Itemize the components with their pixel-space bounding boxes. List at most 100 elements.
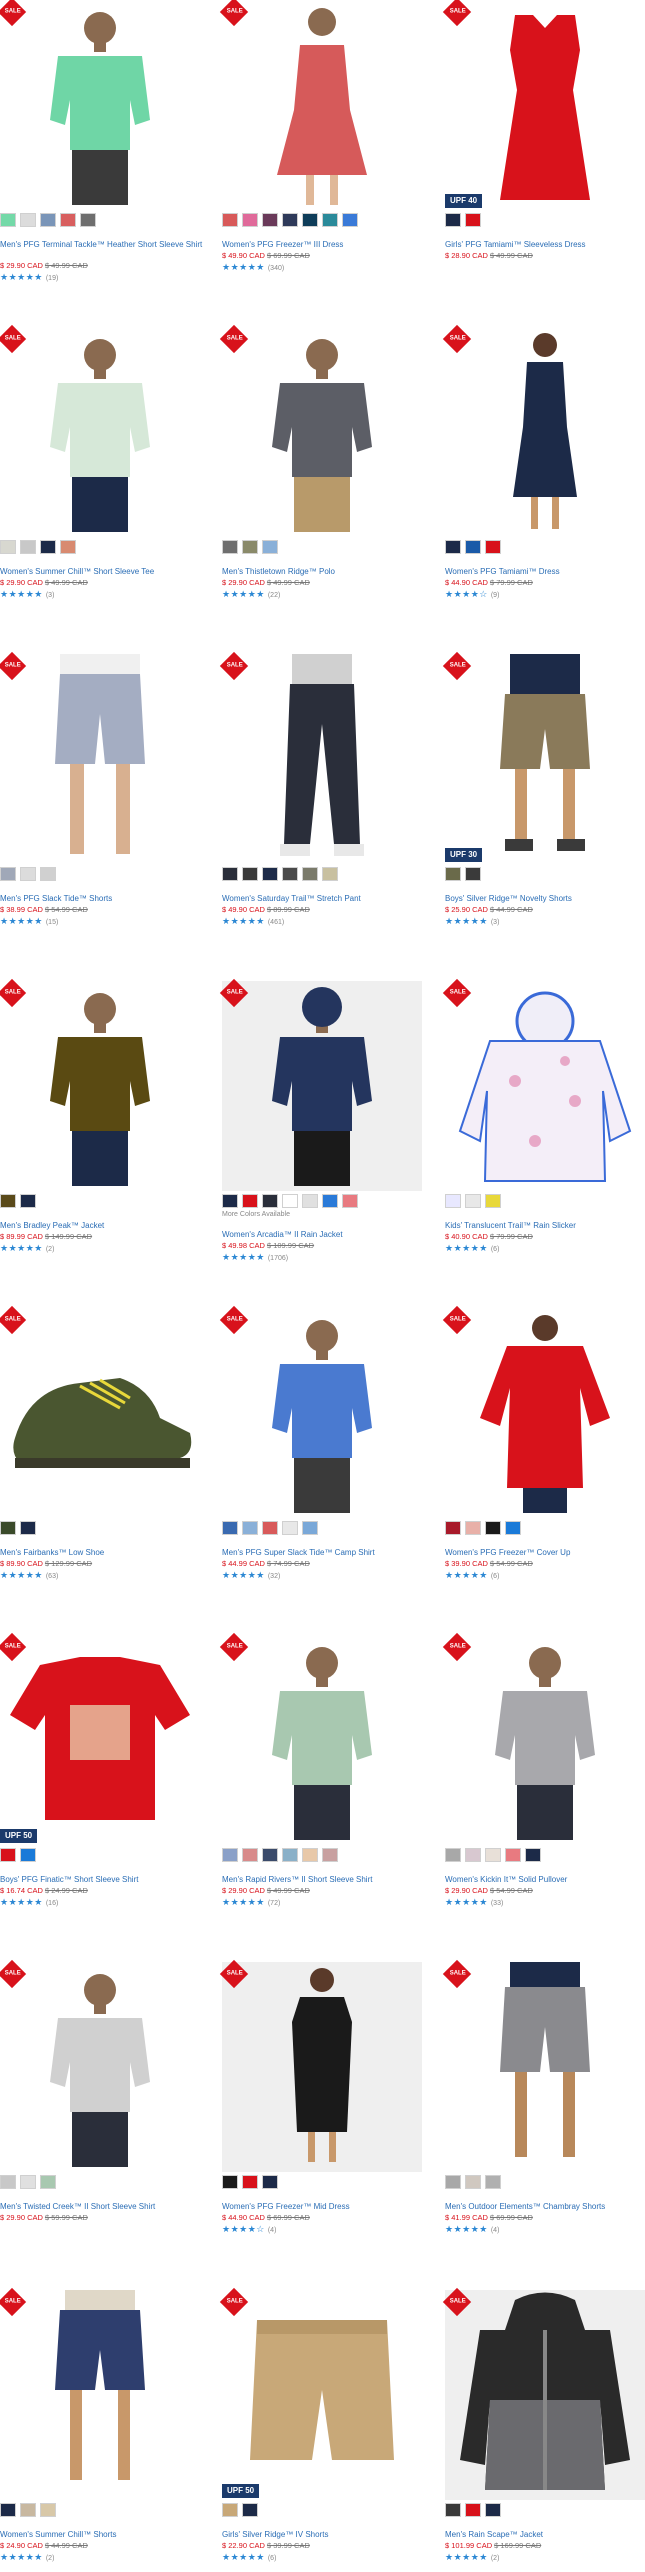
star-rating[interactable]: ★★★★★ (2) [445, 2552, 499, 2563]
star-rating[interactable]: ★★★★★ (16) [0, 1897, 58, 1908]
color-swatch[interactable] [20, 213, 36, 227]
color-swatch[interactable] [242, 213, 258, 227]
color-swatch[interactable] [465, 1194, 481, 1208]
product-name-link[interactable]: Women's Saturday Trail™ Stretch Pant [222, 894, 427, 904]
product-name-link[interactable]: Boys' Silver Ridge™ Novelty Shorts [445, 894, 645, 904]
product-image[interactable] [0, 981, 200, 1191]
color-swatch[interactable] [302, 1521, 318, 1535]
star-rating[interactable]: ★★★★★ (63) [0, 1570, 58, 1581]
color-swatch[interactable] [445, 2503, 461, 2517]
product-image[interactable] [445, 2290, 645, 2500]
star-rating[interactable]: ★★★★★ (4) [445, 2224, 499, 2235]
color-swatch[interactable] [485, 1848, 501, 1862]
product-image[interactable] [0, 654, 200, 864]
color-swatch[interactable] [242, 1194, 258, 1208]
color-swatch[interactable] [0, 1521, 16, 1535]
star-rating[interactable]: ★★★★★ (33) [445, 1897, 503, 1908]
color-swatch[interactable] [505, 1521, 521, 1535]
star-rating[interactable]: ★★★★★ (3) [0, 589, 54, 600]
color-swatch[interactable] [485, 540, 501, 554]
product-card[interactable]: SALE Women's PFG Tamiami™ Dress $ 44.90 CA… [442, 324, 645, 654]
color-swatch[interactable] [485, 2175, 501, 2189]
color-swatch[interactable] [262, 213, 278, 227]
color-swatch[interactable] [282, 867, 298, 881]
color-swatch[interactable] [445, 1848, 461, 1862]
color-swatch[interactable] [242, 867, 258, 881]
star-rating[interactable]: ★★★★★ (6) [445, 1243, 499, 1254]
product-image[interactable] [222, 1635, 422, 1845]
product-name-link[interactable]: Women's PFG Freezer™ Mid Dress [222, 2202, 427, 2212]
product-image[interactable] [222, 327, 422, 537]
color-swatch[interactable] [20, 1521, 36, 1535]
star-rating[interactable]: ★★★★★ (2) [0, 1243, 54, 1254]
product-image[interactable] [222, 1308, 422, 1518]
color-swatch[interactable] [20, 2175, 36, 2189]
star-rating[interactable]: ★★★★★ (22) [222, 589, 280, 600]
product-image[interactable] [222, 1962, 422, 2172]
color-swatch[interactable] [222, 213, 238, 227]
color-swatch[interactable] [445, 1521, 461, 1535]
product-image[interactable] [445, 981, 645, 1191]
color-swatch[interactable] [322, 1194, 338, 1208]
product-image[interactable] [0, 1308, 200, 1518]
product-card[interactable]: SALE Women's PFG Freezer™ III Dress $ 49.9… [219, 0, 427, 327]
product-card[interactable]: SALE Women's Kickin It™ Solid Pullover $ 2… [442, 1632, 645, 1962]
color-swatch[interactable] [222, 1848, 238, 1862]
star-rating[interactable]: ★★★★★ (1706) [222, 1252, 288, 1263]
color-swatch[interactable] [525, 1848, 541, 1862]
product-card[interactable]: SALE UPF 50 Boys' PFG Finatic™ Short Sleev… [0, 1632, 205, 1962]
color-swatch[interactable] [0, 2175, 16, 2189]
product-image[interactable] [0, 1962, 200, 2172]
color-swatch[interactable] [465, 1521, 481, 1535]
star-rating[interactable]: ★★★★★ (461) [222, 916, 284, 927]
color-swatch[interactable] [342, 1194, 358, 1208]
color-swatch[interactable] [222, 1194, 238, 1208]
star-rating[interactable]: ★★★★★ (6) [445, 1570, 499, 1581]
star-rating[interactable]: ★★★★★ (15) [0, 916, 58, 927]
product-card[interactable]: SALE Men's Outdoor Elements™ Chambray Sho… [442, 1959, 645, 2289]
color-swatch[interactable] [20, 2503, 36, 2517]
product-card[interactable]: SALE Men's Rain Scape™ Jacket $ 101.99 CAD… [442, 2287, 645, 2572]
product-name-link[interactable]: Women's PFG Tamiami™ Dress [445, 567, 645, 577]
color-swatch[interactable] [282, 1194, 298, 1208]
color-swatch[interactable] [0, 1194, 16, 1208]
product-name-link[interactable]: Women's PFG Freezer™ III Dress [222, 240, 427, 250]
color-swatch[interactable] [242, 540, 258, 554]
product-name-link[interactable]: Men's Outdoor Elements™ Chambray Shorts [445, 2202, 645, 2212]
product-image[interactable] [445, 1962, 645, 2172]
color-swatch[interactable] [465, 540, 481, 554]
color-swatch[interactable] [222, 2175, 238, 2189]
color-swatch[interactable] [445, 540, 461, 554]
star-rating[interactable]: ★★★★★ (6) [222, 2552, 276, 2563]
color-swatch[interactable] [322, 867, 338, 881]
product-name-link[interactable]: Kids' Translucent Trail™ Rain Slicker [445, 1221, 645, 1231]
color-swatch[interactable] [485, 1521, 501, 1535]
product-image[interactable] [0, 1635, 200, 1845]
color-swatch[interactable] [342, 213, 358, 227]
product-card[interactable]: SALE Men's PFG Super Slack Tide™ Camp Shi… [219, 1305, 427, 1635]
product-image[interactable] [222, 0, 422, 210]
star-rating[interactable]: ★★★★★ (72) [222, 1897, 280, 1908]
color-swatch[interactable] [242, 1521, 258, 1535]
product-name-link[interactable]: Men's Rapid Rivers™ II Short Sleeve Shir… [222, 1875, 427, 1885]
color-swatch[interactable] [282, 1848, 298, 1862]
product-name-link[interactable]: Men's Bradley Peak™ Jacket [0, 1221, 205, 1231]
color-swatch[interactable] [505, 1848, 521, 1862]
color-swatch[interactable] [262, 1848, 278, 1862]
product-image[interactable] [445, 1635, 645, 1845]
product-name-link[interactable]: Men's Rain Scape™ Jacket [445, 2530, 645, 2540]
color-swatch[interactable] [222, 540, 238, 554]
product-card[interactable]: SALE Men's Bradley Peak™ Jacket $ 89.99 CA… [0, 978, 205, 1308]
color-swatch[interactable] [222, 1521, 238, 1535]
product-name-link[interactable]: Men's Thistletown Ridge™ Polo [222, 567, 427, 577]
color-swatch[interactable] [40, 2175, 56, 2189]
color-swatch[interactable] [0, 867, 16, 881]
star-rating[interactable]: ★★★★★ (340) [222, 262, 284, 273]
product-name-link[interactable]: Men's Twisted Creek™ II Short Sleeve Shi… [0, 2202, 205, 2212]
color-swatch[interactable] [445, 2175, 461, 2189]
color-swatch[interactable] [485, 1194, 501, 1208]
product-card[interactable]: SALE Men's Fairbanks™ Low Shoe $ 89.90 CAD… [0, 1305, 205, 1635]
color-swatch[interactable] [465, 2503, 481, 2517]
color-swatch[interactable] [322, 1848, 338, 1862]
color-swatch[interactable] [262, 867, 278, 881]
